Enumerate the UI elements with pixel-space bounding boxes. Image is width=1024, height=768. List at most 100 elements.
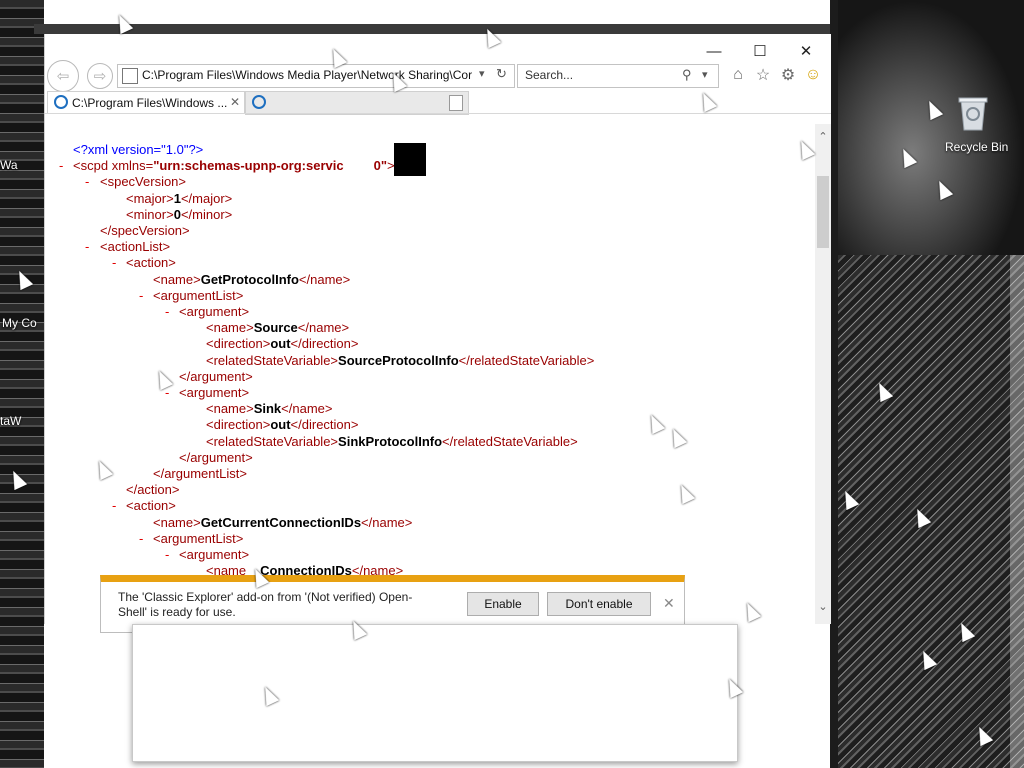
desktop-background-right-top [838, 0, 1024, 255]
xml-value: GetProtocolInfo [200, 272, 299, 287]
address-text[interactable]: C:\Program Files\Windows Media Player\Ne… [142, 68, 472, 82]
collapse-toggle[interactable]: - [112, 255, 116, 271]
xml-tag: <name> [153, 272, 201, 287]
xml-tag: <name> [206, 320, 254, 335]
search-placeholder: Search... [525, 68, 574, 82]
xml-tag: </name> [281, 401, 333, 416]
xml-tag: <argument> [179, 547, 250, 562]
search-icon[interactable]: ⚲ [682, 67, 692, 83]
enable-button[interactable]: Enable [467, 592, 539, 616]
xml-value: 0 [173, 207, 181, 222]
xml-tag: </major> [180, 191, 233, 206]
desktop-icon-label-fragment[interactable]: My Co [2, 316, 37, 330]
close-button[interactable]: ✕ [783, 38, 829, 64]
xml-line: <name>GetCurrentConnectionIDs</name> [153, 515, 412, 531]
xml-tag: </argument> [179, 450, 253, 465]
blank-popup-window [132, 624, 738, 762]
collapse-toggle[interactable]: - [139, 531, 143, 547]
xml-tag: <direction> [206, 336, 271, 351]
search-box[interactable]: Search... ⚲ ▾ [517, 64, 719, 88]
collapse-toggle[interactable]: - [165, 304, 169, 320]
xml-tag: <name> [206, 401, 254, 416]
xml-tag: </specVersion> [100, 223, 190, 238]
back-button[interactable]: ⇦ [47, 60, 79, 92]
xml-line: <direction>out</direction> [206, 336, 358, 352]
collapse-toggle[interactable]: - [59, 158, 63, 174]
collapse-toggle[interactable]: - [139, 288, 143, 304]
xml-tag: </minor> [180, 207, 233, 222]
xml-line: <scpd xmlns="urn:schemas-upnp-org:servic… [73, 158, 395, 173]
xml-attr: xmlns= [111, 158, 154, 173]
tab-label: C:\Program Files\Windows ... [72, 96, 228, 110]
xml-value: SinkProtocolInfo [338, 434, 443, 449]
xml-tag: <specVersion> [100, 174, 187, 189]
scroll-thumb[interactable] [817, 176, 829, 248]
xml-tag: <direction> [206, 417, 271, 432]
desktop-icon-label-fragment[interactable]: taW [0, 414, 21, 428]
xml-line: <actionList> [100, 239, 170, 255]
forward-icon: ⇨ [93, 68, 107, 85]
xml-line: <relatedStateVariable>SinkProtocolInfo</… [206, 434, 578, 450]
xml-value: Source [253, 320, 298, 335]
xml-line: <direction>out</direction> [206, 417, 358, 433]
smiley-feedback-icon[interactable]: ☺ [804, 66, 822, 84]
dropdown-icon[interactable]: ▾ [479, 67, 485, 80]
xml-line: </argumentList> [153, 466, 247, 482]
scroll-up-icon[interactable]: ⌃ [815, 128, 831, 144]
tab-active[interactable]: C:\Program Files\Windows ... ✕ [47, 91, 245, 114]
xml-tag: </relatedStateVariable> [458, 353, 595, 368]
tab-inactive[interactable] [245, 91, 469, 115]
xml-line: </specVersion> [100, 223, 190, 239]
xml-line: <action> [126, 498, 176, 514]
xml-attr-value: 0" [373, 158, 388, 173]
desktop-icon-label-fragment[interactable]: Wa [0, 158, 18, 172]
address-bar[interactable]: C:\Program Files\Windows Media Player\Ne… [117, 64, 515, 88]
xml-line: </argument> [179, 369, 253, 385]
xml-line: <?xml version="1.0"?> [73, 142, 203, 158]
collapse-toggle[interactable]: - [85, 174, 89, 190]
xml-tag: <scpd [73, 158, 109, 173]
xml-tag: </name> [361, 515, 413, 530]
xml-line: <action> [126, 255, 176, 271]
forward-button[interactable]: ⇨ [87, 63, 113, 89]
collapse-toggle[interactable]: - [165, 547, 169, 563]
xml-line: <argument> [179, 304, 249, 320]
notification-text: The 'Classic Explorer' add-on from '(Not… [118, 590, 413, 619]
favorites-icon[interactable]: ☆ [754, 66, 772, 84]
recycle-bin-icon[interactable] [955, 92, 991, 132]
xml-line: <name>GetProtocolInfo</name> [153, 272, 350, 288]
xml-value: out [270, 336, 291, 351]
home-icon[interactable]: ⌂ [729, 66, 747, 84]
xml-value: Sink [253, 401, 282, 416]
collapse-toggle[interactable]: - [112, 498, 116, 514]
vertical-scrollbar[interactable]: ⌃ ⌄ [815, 124, 831, 624]
minimize-button[interactable]: — [691, 38, 737, 64]
search-dropdown-icon[interactable]: ▾ [702, 68, 708, 81]
collapse-toggle[interactable]: - [85, 239, 89, 255]
xml-value: out [270, 417, 291, 432]
xml-line: <argument> [179, 385, 249, 401]
desktop-background-left [0, 0, 44, 768]
refresh-icon[interactable]: ↻ [496, 66, 507, 82]
page-icon [122, 68, 138, 84]
recycle-bin-label[interactable]: Recycle Bin [945, 140, 1008, 154]
xml-tag: </argumentList> [153, 466, 247, 481]
xml-tag: </name> [297, 320, 350, 335]
back-icon: ⇦ [56, 68, 70, 85]
xml-attr-value: "urn:schemas-upnp-org:servic [153, 158, 344, 173]
xml-line: <name>Source</name> [206, 320, 349, 336]
xml-tag: </relatedStateVariable> [442, 434, 578, 449]
scroll-down-icon[interactable]: ⌄ [815, 598, 831, 614]
dont-enable-button[interactable]: Don't enable [547, 592, 651, 616]
maximize-button[interactable]: ☐ [737, 38, 783, 64]
xml-value: 1 [173, 191, 181, 206]
xml-line: </action> [126, 482, 180, 498]
xml-tag: </name> [298, 272, 351, 287]
close-icon[interactable]: ✕ [663, 595, 675, 612]
tab-close-icon[interactable]: ✕ [230, 95, 240, 109]
tools-gear-icon[interactable]: ⚙ [779, 66, 797, 84]
new-tab-icon[interactable] [449, 95, 463, 111]
desktop-background-right [838, 255, 1024, 768]
xml-declaration: <?xml version="1.0"?> [73, 142, 204, 157]
ie-icon [252, 95, 266, 109]
